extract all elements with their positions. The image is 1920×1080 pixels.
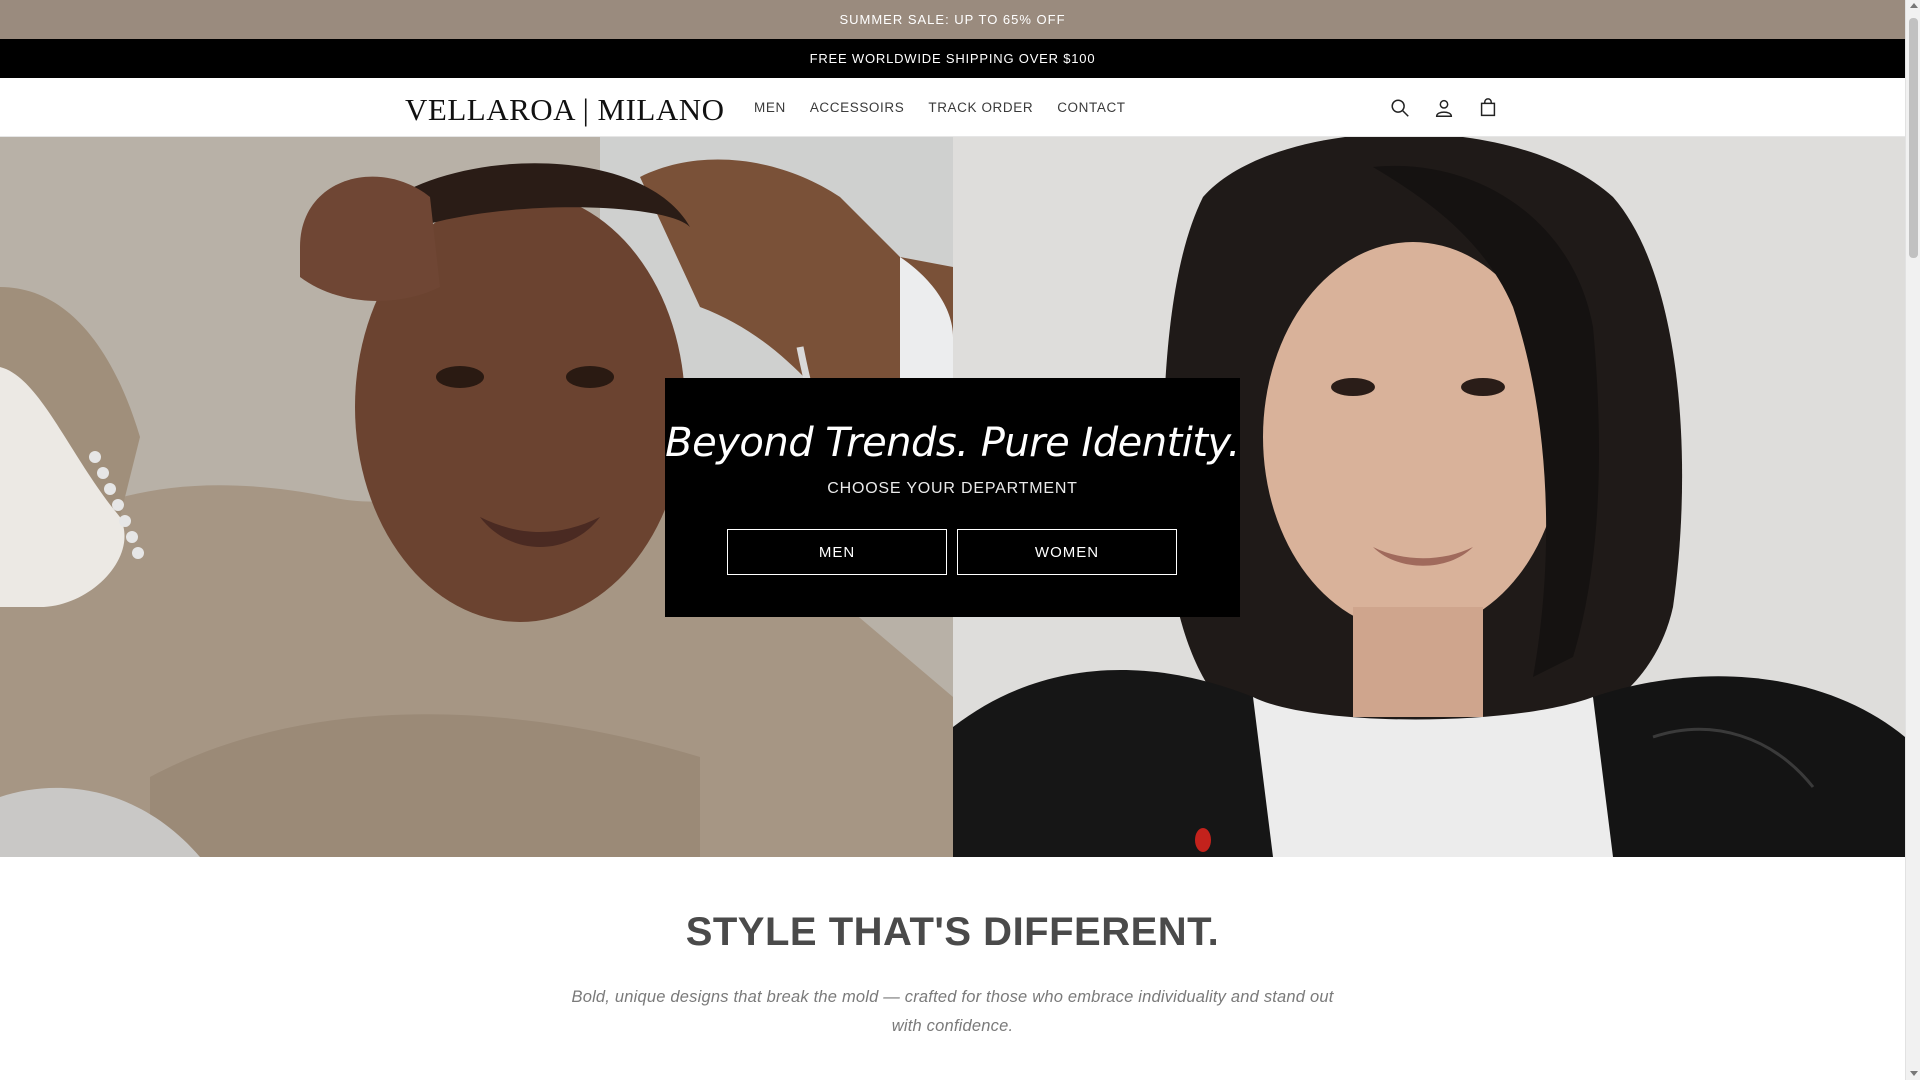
- site-logo[interactable]: VELLAROA | MILANO: [405, 94, 725, 125]
- search-button[interactable]: [1378, 86, 1422, 130]
- page-scrollbar[interactable]: [1905, 0, 1920, 1080]
- shipping-announcement-bar: FREE WORLDWIDE SHIPPING OVER $100: [0, 39, 1905, 78]
- style-section: STYLE THAT'S DIFFERENT. Bold, unique des…: [0, 857, 1905, 1080]
- department-chooser: Beyond Trends. Pure Identity. CHOOSE YOU…: [665, 378, 1240, 617]
- hero-banner: Beyond Trends. Pure Identity. CHOOSE YOU…: [0, 137, 1905, 857]
- search-icon: [1391, 98, 1409, 117]
- scrollbar-thumb[interactable]: [1909, 18, 1918, 258]
- scroll-up-arrow-icon[interactable]: [1910, 3, 1918, 8]
- nav-item-track-order[interactable]: TRACK ORDER: [916, 100, 1045, 115]
- nav-item-contact[interactable]: CONTACT: [1045, 100, 1137, 115]
- nav-item-men[interactable]: MEN: [742, 100, 798, 115]
- nav-item-accessoirs[interactable]: ACCESSOIRS: [798, 100, 917, 115]
- shipping-announcement-text: FREE WORLDWIDE SHIPPING OVER $100: [809, 51, 1096, 66]
- section-description: Bold, unique designs that break the mold…: [571, 988, 1334, 1035]
- scroll-down-arrow-icon[interactable]: [1910, 1071, 1918, 1076]
- header-icons: [1378, 78, 1510, 137]
- cart-icon: [1480, 97, 1496, 116]
- main-nav: MEN ACCESSOIRS TRACK ORDER CONTACT: [742, 78, 1138, 137]
- account-button[interactable]: [1422, 86, 1466, 130]
- account-icon: [1435, 99, 1453, 117]
- page: SUMMER SALE: UP TO 65% OFF FREE WORLDWID…: [0, 0, 1905, 1080]
- department-buttons: MEN WOMEN: [727, 529, 1177, 575]
- section-title: STYLE THAT'S DIFFERENT.: [685, 910, 1220, 954]
- cart-button[interactable]: [1466, 86, 1510, 130]
- women-department-button[interactable]: WOMEN: [957, 529, 1177, 575]
- site-header: VELLAROA | MILANO MEN ACCESSOIRS TRACK O…: [0, 78, 1905, 137]
- hero-headline: Beyond Trends. Pure Identity.: [665, 420, 1240, 466]
- sale-announcement-bar: SUMMER SALE: UP TO 65% OFF: [0, 0, 1905, 39]
- sale-announcement-text: SUMMER SALE: UP TO 65% OFF: [839, 12, 1066, 27]
- hero-subheadline: CHOOSE YOUR DEPARTMENT: [827, 480, 1078, 497]
- men-department-button[interactable]: MEN: [727, 529, 947, 575]
